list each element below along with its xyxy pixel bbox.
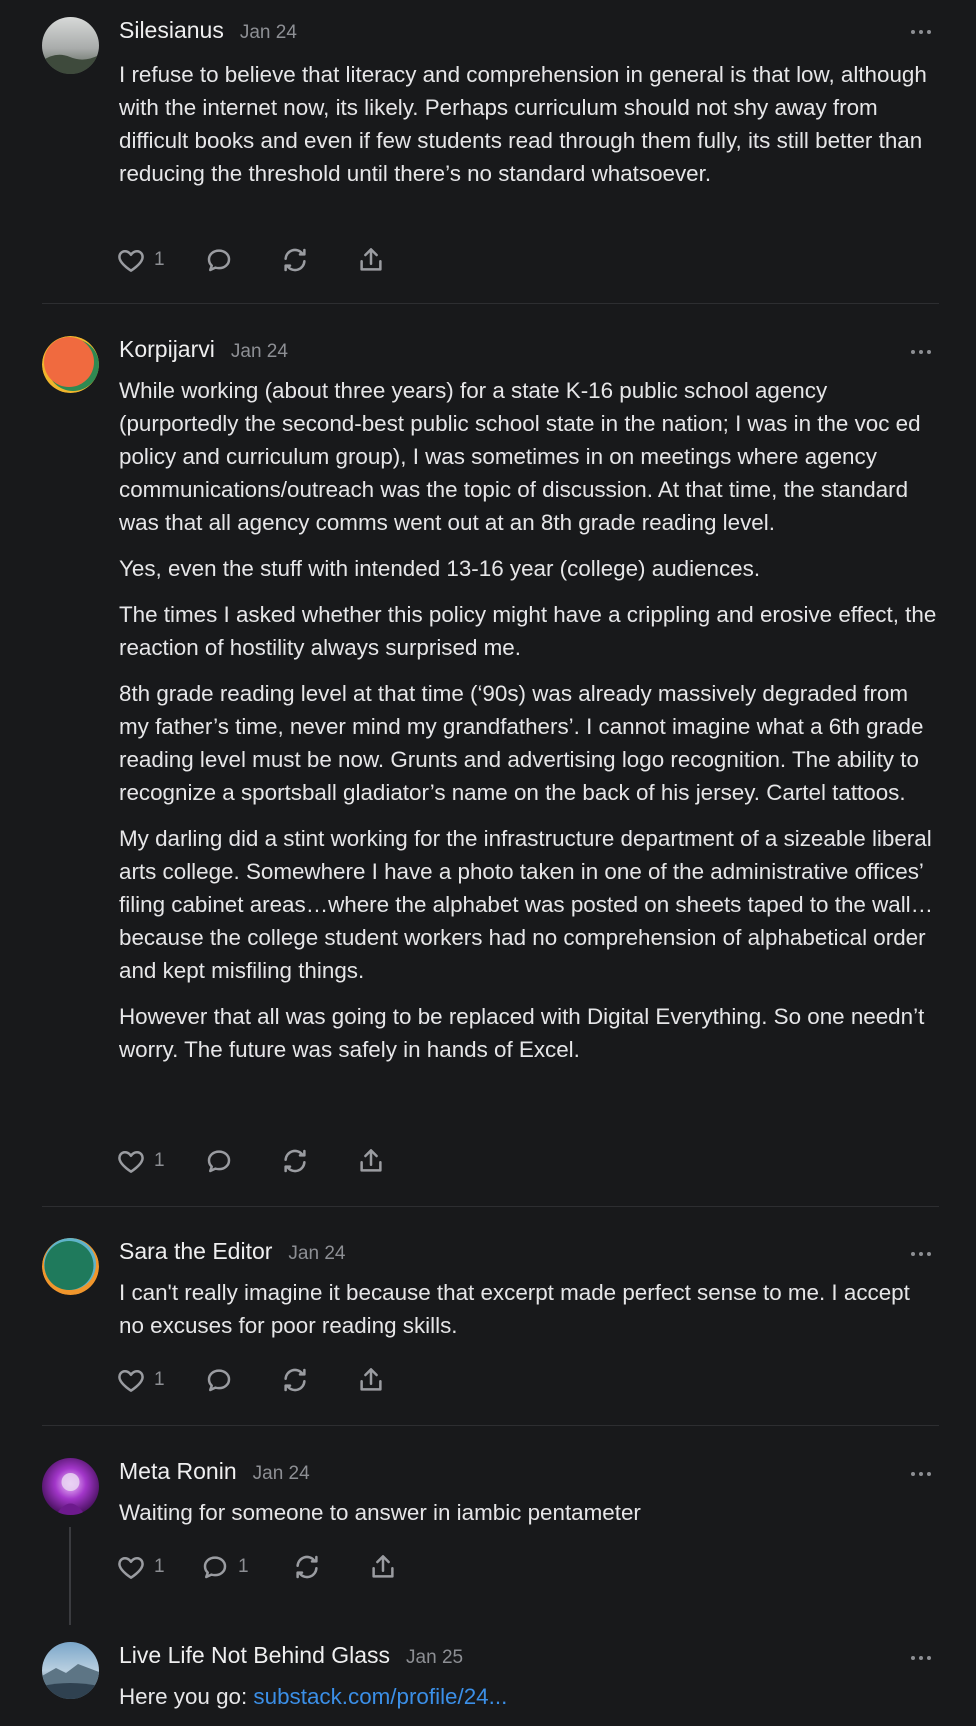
comment-paragraph: 8th grade reading level at that time (‘9… bbox=[119, 681, 924, 805]
comment-paragraph: My darling did a stint working for the i… bbox=[119, 826, 934, 983]
comment-icon bbox=[203, 1556, 227, 1579]
author-name[interactable]: Sara the Editor bbox=[119, 1238, 272, 1265]
divider bbox=[42, 303, 939, 304]
more-icon[interactable] bbox=[911, 30, 933, 36]
comment-icon bbox=[207, 1369, 231, 1392]
avatar[interactable] bbox=[42, 1458, 99, 1515]
share-icon bbox=[360, 248, 382, 271]
comment-body: I refuse to believe that literacy and co… bbox=[119, 58, 939, 203]
like-count: 1 bbox=[154, 1150, 165, 1171]
share-icon bbox=[372, 1555, 394, 1578]
heart-icon bbox=[118, 250, 144, 272]
comment-icon bbox=[207, 1150, 231, 1173]
like-button[interactable]: 1 bbox=[116, 1364, 165, 1396]
restack-icon bbox=[296, 1555, 318, 1579]
comment-paragraph: I refuse to believe that literacy and co… bbox=[119, 62, 927, 186]
reply-button[interactable] bbox=[204, 244, 234, 276]
comment-date[interactable]: Jan 24 bbox=[240, 22, 297, 44]
comment-date[interactable]: Jan 24 bbox=[231, 341, 288, 363]
comment-icon bbox=[207, 249, 231, 272]
share-button[interactable] bbox=[356, 1145, 386, 1177]
restack-icon bbox=[284, 1149, 306, 1173]
comment-paragraph: Waiting for someone to answer in iambic … bbox=[119, 1500, 641, 1525]
comment-paragraph: I can't really imagine it because that e… bbox=[119, 1280, 910, 1338]
share-button[interactable] bbox=[356, 1364, 386, 1396]
profile-link[interactable]: substack.com/profile/24... bbox=[253, 1684, 507, 1709]
restack-button[interactable] bbox=[292, 1551, 322, 1583]
avatar[interactable] bbox=[42, 1238, 99, 1295]
avatar[interactable] bbox=[42, 1642, 99, 1699]
heart-icon bbox=[118, 1370, 144, 1392]
comment-date[interactable]: Jan 24 bbox=[288, 1243, 345, 1265]
share-button[interactable] bbox=[368, 1551, 398, 1583]
comment-paragraph: While working (about three years) for a … bbox=[119, 378, 921, 535]
author-name[interactable]: Korpijarvi bbox=[119, 336, 215, 363]
more-icon[interactable] bbox=[911, 350, 933, 356]
comment-header: Live Life Not Behind Glass Jan 25 bbox=[119, 1642, 463, 1672]
avatar[interactable] bbox=[42, 336, 99, 393]
avatar[interactable] bbox=[42, 17, 99, 74]
author-name[interactable]: Live Life Not Behind Glass bbox=[119, 1642, 390, 1669]
comment-body: While working (about three years) for a … bbox=[119, 374, 939, 1079]
like-count: 1 bbox=[154, 1556, 165, 1577]
share-icon bbox=[360, 1149, 382, 1172]
restack-button[interactable] bbox=[280, 1145, 310, 1177]
comment-body: Here you go: substack.com/profile/24... bbox=[119, 1680, 939, 1726]
comment-paragraph: Here you go: substack.com/profile/24... bbox=[119, 1680, 939, 1713]
share-icon bbox=[360, 1368, 382, 1391]
author-name[interactable]: Meta Ronin bbox=[119, 1458, 237, 1485]
thread-line bbox=[69, 1527, 71, 1625]
more-icon[interactable] bbox=[911, 1472, 933, 1478]
restack-button[interactable] bbox=[280, 244, 310, 276]
comment-paragraph: Yes, even the stuff with intended 13-16 … bbox=[119, 556, 761, 581]
comment-paragraph: The times I asked whether this policy mi… bbox=[119, 602, 937, 660]
heart-icon bbox=[118, 1557, 144, 1579]
like-count: 1 bbox=[154, 249, 165, 270]
restack-icon bbox=[284, 248, 306, 272]
comment-paragraph: However that all was going to be replace… bbox=[119, 1004, 925, 1062]
reply-button[interactable] bbox=[204, 1364, 234, 1396]
divider bbox=[42, 1206, 939, 1207]
comment-text: Here you go: bbox=[119, 1684, 254, 1709]
like-count: 1 bbox=[154, 1369, 165, 1390]
comment-header: Korpijarvi Jan 24 bbox=[119, 336, 288, 366]
heart-icon bbox=[118, 1151, 144, 1173]
restack-icon bbox=[284, 1368, 306, 1392]
comment-header: Silesianus Jan 24 bbox=[119, 17, 297, 47]
comment-date[interactable]: Jan 25 bbox=[406, 1647, 463, 1669]
reply-button[interactable] bbox=[204, 1145, 234, 1177]
comment-body: I can't really imagine it because that e… bbox=[119, 1276, 939, 1355]
comment-body: Waiting for someone to answer in iambic … bbox=[119, 1496, 939, 1542]
reply-count: 1 bbox=[238, 1556, 249, 1577]
like-button[interactable]: 1 bbox=[116, 1145, 165, 1177]
comment-header: Meta Ronin Jan 24 bbox=[119, 1458, 310, 1488]
share-button[interactable] bbox=[356, 244, 386, 276]
restack-button[interactable] bbox=[280, 1364, 310, 1396]
author-name[interactable]: Silesianus bbox=[119, 17, 224, 44]
more-icon[interactable] bbox=[911, 1252, 933, 1258]
comment-date[interactable]: Jan 24 bbox=[253, 1463, 310, 1485]
reply-button[interactable]: 1 bbox=[200, 1551, 249, 1583]
comment-header: Sara the Editor Jan 24 bbox=[119, 1238, 345, 1268]
more-icon[interactable] bbox=[911, 1656, 933, 1662]
like-button[interactable]: 1 bbox=[116, 1551, 165, 1583]
like-button[interactable]: 1 bbox=[116, 244, 165, 276]
divider bbox=[42, 1425, 939, 1426]
